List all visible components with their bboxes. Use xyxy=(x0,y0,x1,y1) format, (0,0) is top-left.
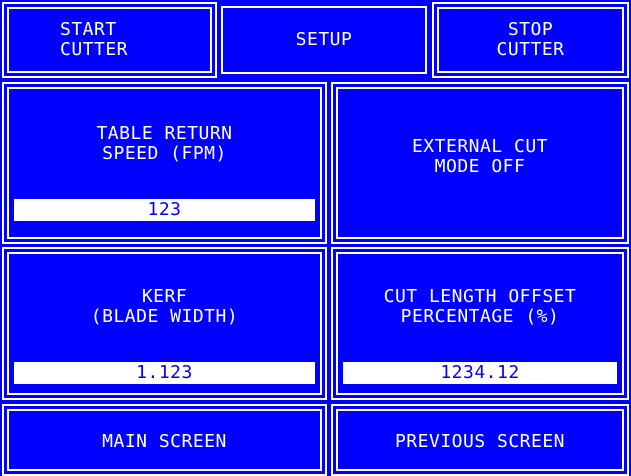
kerf-label-line2: (BLADE WIDTH) xyxy=(90,306,239,327)
external-cut-label-line2: MODE OFF xyxy=(434,156,526,177)
main-screen-button[interactable]: MAIN SCREEN xyxy=(2,404,327,476)
cut-length-offset-label-line1: CUT LENGTH OFFSET xyxy=(383,286,577,307)
kerf-panel[interactable]: KERF (BLADE WIDTH) 1.123 xyxy=(2,247,327,400)
start-cutter-button[interactable]: START CUTTER xyxy=(2,2,217,78)
table-return-speed-panel[interactable]: TABLE RETURN SPEED (FPM) 123 xyxy=(2,82,327,244)
setup-button[interactable]: SETUP xyxy=(221,6,427,74)
table-return-speed-field[interactable]: 123 xyxy=(14,199,315,221)
cut-length-offset-field[interactable]: 1234.12 xyxy=(343,362,617,384)
table-return-label-line1: TABLE RETURN xyxy=(96,123,233,144)
start-cutter-label-line2: CUTTER xyxy=(60,39,129,60)
start-cutter-label-line1: START xyxy=(60,19,117,40)
kerf-label-line1: KERF xyxy=(141,286,188,307)
setup-label: SETUP xyxy=(295,29,353,50)
cut-length-offset-panel[interactable]: CUT LENGTH OFFSET PERCENTAGE (%) 1234.12 xyxy=(331,247,629,400)
table-return-label-line2: SPEED (FPM) xyxy=(102,143,227,164)
stop-cutter-label-line1: STOP xyxy=(507,19,554,40)
stop-cutter-button[interactable]: STOP CUTTER xyxy=(432,2,629,78)
cut-length-offset-label-line2: PERCENTAGE (%) xyxy=(400,306,560,327)
stop-cutter-label-line2: CUTTER xyxy=(496,39,565,60)
kerf-field[interactable]: 1.123 xyxy=(14,362,315,384)
previous-screen-button[interactable]: PREVIOUS SCREEN xyxy=(331,404,629,476)
external-cut-mode-button[interactable]: EXTERNAL CUT MODE OFF xyxy=(331,82,629,244)
main-screen-label: MAIN SCREEN xyxy=(102,431,227,452)
previous-screen-label: PREVIOUS SCREEN xyxy=(394,431,566,452)
external-cut-label-line1: EXTERNAL CUT xyxy=(411,136,549,157)
